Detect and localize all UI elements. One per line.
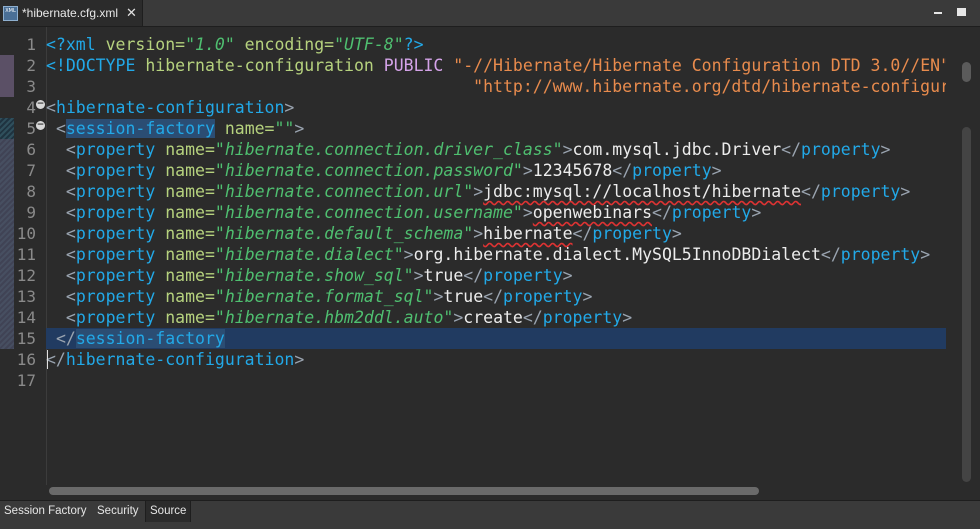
code-area[interactable]: <?xml version="1.0" encoding="UTF-8"?> <… xyxy=(46,27,946,485)
line-number: 3 xyxy=(26,77,36,96)
line-number: 14 xyxy=(16,308,36,327)
code-line: <property name="hibernate.connection.url… xyxy=(65,182,911,201)
tab-security[interactable]: Security xyxy=(93,501,143,522)
minimize-button[interactable] xyxy=(930,4,946,20)
code-line: <!DOCTYPE hibernate-configuration PUBLIC… xyxy=(46,56,946,75)
code-line: <property name="hibernate.show_sql">true… xyxy=(65,266,573,285)
xml-file-icon: XML xyxy=(3,5,18,21)
fold-collapse-icon[interactable]: − xyxy=(36,100,45,109)
current-code-line: </session-factory xyxy=(46,328,946,349)
line-number: 7 xyxy=(26,161,36,180)
line-number: 4 xyxy=(26,98,36,117)
line-number: 9 xyxy=(26,203,36,222)
text-caret xyxy=(47,350,48,369)
close-icon[interactable]: ✕ xyxy=(126,6,137,21)
code-line: <property name="hibernate.default_schema… xyxy=(65,224,682,243)
code-line: <property name="hibernate.connection.use… xyxy=(65,203,762,222)
line-number: 8 xyxy=(26,182,36,201)
tab-source[interactable]: Source xyxy=(145,501,192,522)
horizontal-scrollbar[interactable] xyxy=(46,485,956,497)
code-line: <hibernate-configuration> xyxy=(46,98,295,117)
overview-marker xyxy=(962,62,971,82)
code-line: </hibernate-configuration> xyxy=(46,350,305,369)
code-line: <property name="hibernate.connection.dri… xyxy=(65,140,891,159)
fold-collapse-icon[interactable]: − xyxy=(36,121,45,130)
line-number: 12 xyxy=(16,266,36,285)
line-number: 2 xyxy=(26,56,36,75)
line-number: 10 xyxy=(16,224,36,243)
code-line: "http://www.hibernate.org/dtd/hibernate-… xyxy=(473,77,946,96)
maximize-button[interactable] xyxy=(953,4,969,20)
tab-session-factory[interactable]: Session Factory xyxy=(0,501,90,522)
code-line: <property name="hibernate.format_sql">tr… xyxy=(65,287,593,306)
line-number: 16 xyxy=(16,350,36,369)
editor-tab-bar: XML *hibernate.cfg.xml ✕ xyxy=(0,0,980,27)
change-marker xyxy=(0,55,14,97)
line-number-gutter: 1 2 3 4 5 6 7 8 9 10 11 12 13 14 15 16 1… xyxy=(0,27,47,485)
editor-page-tabs: Session Factory Security Source xyxy=(0,500,980,529)
line-number: 5 xyxy=(26,119,36,138)
line-number: 6 xyxy=(26,140,36,159)
xml-source-editor[interactable]: 1 2 3 4 5 6 7 8 9 10 11 12 13 14 15 16 1… xyxy=(0,27,980,497)
line-number: 11 xyxy=(16,245,36,264)
scrollbar-thumb[interactable] xyxy=(962,127,971,482)
scrollbar-thumb[interactable] xyxy=(49,487,759,495)
vertical-scrollbar[interactable] xyxy=(960,27,974,485)
code-line: <property name="hibernate.dialect">org.h… xyxy=(65,245,931,264)
code-line: <property name="hibernate.hbm2ddl.auto">… xyxy=(65,308,633,327)
line-number: 1 xyxy=(26,35,36,54)
tab-hibernate-cfg[interactable]: XML *hibernate.cfg.xml ✕ xyxy=(0,0,143,26)
line-number: 15 xyxy=(16,329,36,348)
code-line: <session-factory name=""> xyxy=(55,119,305,138)
tab-title: *hibernate.cfg.xml xyxy=(22,6,119,20)
code-line: <property name="hibernate.connection.pas… xyxy=(65,161,722,180)
code-line: <?xml version="1.0" encoding="UTF-8"?> xyxy=(46,35,424,54)
line-number: 13 xyxy=(16,287,36,306)
line-number: 17 xyxy=(16,371,36,390)
change-marker xyxy=(0,139,14,349)
